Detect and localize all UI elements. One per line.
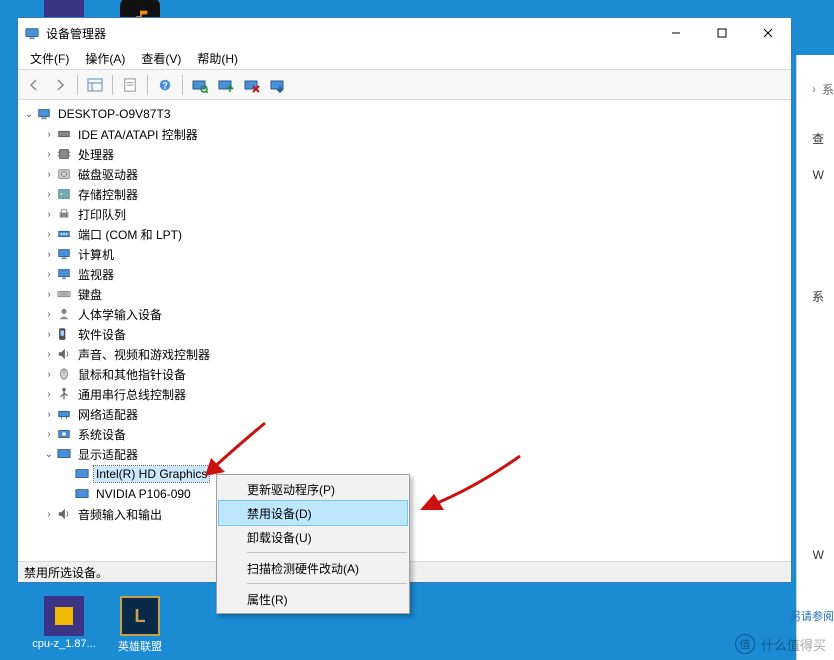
expand-icon[interactable]: › [42, 329, 56, 340]
close-button[interactable] [745, 18, 791, 48]
tree-category[interactable]: ›人体学输入设备 [18, 304, 791, 324]
tree-root[interactable]: ⌄ DESKTOP-O9V87T3 [18, 104, 791, 124]
ctx-properties[interactable]: 属性(R) [219, 587, 407, 611]
tree-category[interactable]: ›通用串行总线控制器 [18, 384, 791, 404]
side-text-2: W [813, 168, 824, 182]
expand-icon[interactable]: › [42, 169, 56, 180]
ctx-update-driver[interactable]: 更新驱动程序(P) [219, 477, 407, 501]
expand-icon[interactable]: › [42, 209, 56, 220]
tree-category[interactable]: ›端口 (COM 和 LPT) [18, 224, 791, 244]
tree-category[interactable]: ›声音、视频和游戏控制器 [18, 344, 791, 364]
expand-icon[interactable]: › [42, 189, 56, 200]
expand-icon[interactable]: › [42, 289, 56, 300]
expand-icon[interactable]: › [42, 509, 56, 520]
mouse-icon [56, 366, 72, 382]
port-icon [56, 226, 72, 242]
expand-icon[interactable]: › [42, 229, 56, 240]
tree-category[interactable]: ›软件设备 [18, 324, 791, 344]
tree-category[interactable]: ›系统设备 [18, 424, 791, 444]
menu-file[interactable]: 文件(F) [22, 48, 77, 69]
expand-icon[interactable]: › [42, 349, 56, 360]
tree-category[interactable]: ›鼠标和其他指针设备 [18, 364, 791, 384]
sound-icon [56, 346, 72, 362]
cpu-icon [56, 146, 72, 162]
side-text-3: 系 [812, 288, 824, 305]
tree-category[interactable]: ›网络适配器 [18, 404, 791, 424]
watermark-badge-icon: 值 [735, 634, 755, 654]
window-title: 设备管理器 [46, 25, 653, 42]
monitor-icon [56, 266, 72, 282]
tree-category[interactable]: ›磁盘驱动器 [18, 164, 791, 184]
tree-category[interactable]: ›键盘 [18, 284, 791, 304]
minimize-button[interactable] [653, 18, 699, 48]
help-button[interactable]: ? [153, 73, 177, 97]
side-link[interactable]: 另请参阅 [790, 608, 834, 624]
chevron-right-icon: › [812, 82, 816, 96]
forward-button[interactable] [48, 73, 72, 97]
audio-icon [56, 506, 72, 522]
update-driver-button[interactable] [214, 73, 238, 97]
toolbar: ? [18, 70, 791, 100]
tree-category[interactable]: ›IDE ATA/ATAPI 控制器 [18, 124, 791, 144]
expand-icon[interactable]: › [42, 389, 56, 400]
disable-button[interactable] [266, 73, 290, 97]
ide-icon [56, 126, 72, 142]
software-icon [56, 326, 72, 342]
scan-button[interactable] [188, 73, 212, 97]
expand-icon[interactable]: › [42, 429, 56, 440]
ctx-uninstall-device[interactable]: 卸载设备(U) [219, 525, 407, 549]
side-text-1: 查 [812, 130, 824, 147]
maximize-button[interactable] [699, 18, 745, 48]
expand-icon[interactable]: › [42, 309, 56, 320]
network-icon [56, 406, 72, 422]
app-icon [24, 25, 40, 41]
breadcrumb[interactable]: › 系 [806, 78, 834, 100]
system-icon [56, 426, 72, 442]
ctx-disable-device[interactable]: 禁用设备(D) [219, 501, 407, 525]
expand-icon[interactable]: › [42, 269, 56, 280]
tree-category[interactable]: ›处理器 [18, 144, 791, 164]
context-menu: 更新驱动程序(P) 禁用设备(D) 卸载设备(U) 扫描检测硬件改动(A) 属性… [216, 474, 410, 614]
menu-action[interactable]: 操作(A) [77, 48, 133, 69]
menu-view[interactable]: 查看(V) [133, 48, 189, 69]
collapse-icon[interactable]: ⌄ [22, 109, 36, 120]
svg-text:?: ? [162, 80, 167, 90]
display-adapter-icon [56, 446, 72, 462]
ctx-scan-hardware[interactable]: 扫描检测硬件改动(A) [219, 556, 407, 580]
tree-category[interactable]: ›监视器 [18, 264, 791, 284]
collapse-icon[interactable]: ⌄ [42, 449, 56, 460]
separator [247, 583, 407, 584]
expand-icon[interactable]: › [42, 369, 56, 380]
side-text-4: W [813, 548, 824, 562]
menu-help[interactable]: 帮助(H) [189, 48, 246, 69]
usb-icon [56, 386, 72, 402]
expand-icon[interactable]: › [42, 409, 56, 420]
menubar: 文件(F) 操作(A) 查看(V) 帮助(H) [18, 48, 791, 70]
separator [247, 552, 407, 553]
watermark: 值 什么值得买 [735, 634, 826, 654]
desktop-icon-cpuz[interactable]: cpu-z_1.87... [28, 596, 100, 650]
tree-category-display[interactable]: ⌄ 显示适配器 [18, 444, 791, 464]
tree-category[interactable]: ›打印队列 [18, 204, 791, 224]
uninstall-button[interactable] [240, 73, 264, 97]
hid-icon [56, 306, 72, 322]
expand-icon[interactable]: › [42, 149, 56, 160]
properties-button[interactable] [118, 73, 142, 97]
tree-category[interactable]: ›存储控制器 [18, 184, 791, 204]
computer-icon [36, 106, 52, 122]
titlebar[interactable]: 设备管理器 [18, 18, 791, 48]
expand-icon[interactable]: › [42, 249, 56, 260]
show-hide-button[interactable] [83, 73, 107, 97]
computer-icon [56, 246, 72, 262]
back-button[interactable] [22, 73, 46, 97]
disk-icon [56, 166, 72, 182]
keyboard-icon [56, 286, 72, 302]
expand-icon[interactable]: › [42, 129, 56, 140]
display-adapter-icon [74, 486, 90, 502]
tree-category[interactable]: ›计算机 [18, 244, 791, 264]
printer-icon [56, 206, 72, 222]
desktop-icon-lol[interactable]: L 英雄联盟 [104, 596, 176, 654]
storage-icon [56, 186, 72, 202]
display-adapter-icon [74, 466, 90, 482]
